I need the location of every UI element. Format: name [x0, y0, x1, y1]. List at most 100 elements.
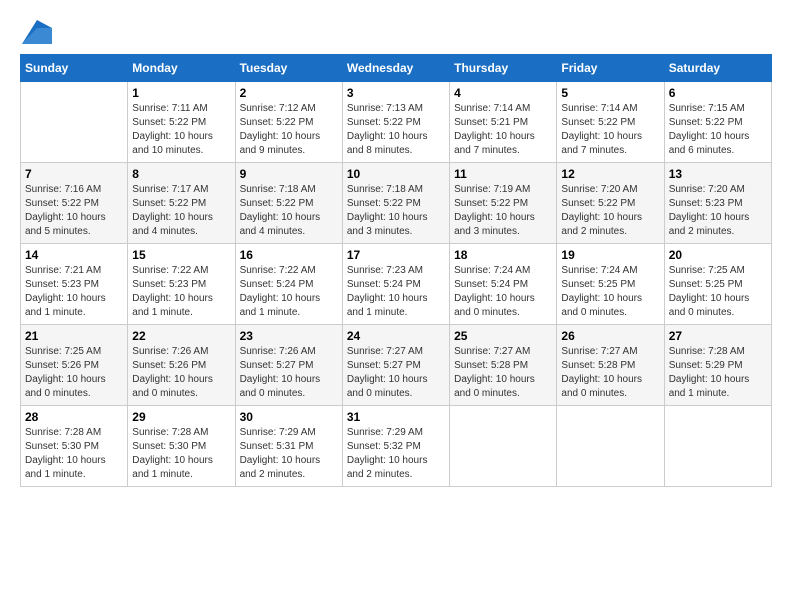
- cell-info: Sunrise: 7:28 AMSunset: 5:29 PMDaylight:…: [669, 345, 767, 401]
- calendar-cell: 22 Sunrise: 7:26 AMSunset: 5:26 PMDaylig…: [128, 325, 235, 406]
- calendar-cell: 21 Sunrise: 7:25 AMSunset: 5:26 PMDaylig…: [21, 325, 128, 406]
- cell-info: Sunrise: 7:25 AMSunset: 5:26 PMDaylight:…: [25, 345, 123, 401]
- day-number: 16: [240, 248, 338, 262]
- calendar-cell: 24 Sunrise: 7:27 AMSunset: 5:27 PMDaylig…: [342, 325, 449, 406]
- cell-info: Sunrise: 7:22 AMSunset: 5:24 PMDaylight:…: [240, 264, 338, 320]
- logo: [20, 20, 52, 44]
- calendar-cell: 19 Sunrise: 7:24 AMSunset: 5:25 PMDaylig…: [557, 244, 664, 325]
- cell-info: Sunrise: 7:11 AMSunset: 5:22 PMDaylight:…: [132, 102, 230, 158]
- day-number: 2: [240, 86, 338, 100]
- cell-info: Sunrise: 7:20 AMSunset: 5:23 PMDaylight:…: [669, 183, 767, 239]
- cell-info: Sunrise: 7:24 AMSunset: 5:24 PMDaylight:…: [454, 264, 552, 320]
- calendar-week-row: 21 Sunrise: 7:25 AMSunset: 5:26 PMDaylig…: [21, 325, 772, 406]
- cell-info: Sunrise: 7:14 AMSunset: 5:21 PMDaylight:…: [454, 102, 552, 158]
- calendar-cell: 9 Sunrise: 7:18 AMSunset: 5:22 PMDayligh…: [235, 163, 342, 244]
- calendar-week-row: 7 Sunrise: 7:16 AMSunset: 5:22 PMDayligh…: [21, 163, 772, 244]
- day-number: 14: [25, 248, 123, 262]
- cell-info: Sunrise: 7:27 AMSunset: 5:28 PMDaylight:…: [561, 345, 659, 401]
- day-number: 1: [132, 86, 230, 100]
- calendar-cell: [557, 406, 664, 487]
- day-number: 18: [454, 248, 552, 262]
- day-number: 12: [561, 167, 659, 181]
- day-number: 20: [669, 248, 767, 262]
- day-number: 23: [240, 329, 338, 343]
- calendar-cell: 17 Sunrise: 7:23 AMSunset: 5:24 PMDaylig…: [342, 244, 449, 325]
- cell-info: Sunrise: 7:12 AMSunset: 5:22 PMDaylight:…: [240, 102, 338, 158]
- day-number: 11: [454, 167, 552, 181]
- column-header-thursday: Thursday: [450, 55, 557, 82]
- cell-info: Sunrise: 7:22 AMSunset: 5:23 PMDaylight:…: [132, 264, 230, 320]
- calendar-table: SundayMondayTuesdayWednesdayThursdayFrid…: [20, 54, 772, 487]
- calendar-cell: [664, 406, 771, 487]
- day-number: 5: [561, 86, 659, 100]
- calendar-header-row: SundayMondayTuesdayWednesdayThursdayFrid…: [21, 55, 772, 82]
- column-header-sunday: Sunday: [21, 55, 128, 82]
- calendar-cell: 20 Sunrise: 7:25 AMSunset: 5:25 PMDaylig…: [664, 244, 771, 325]
- cell-info: Sunrise: 7:23 AMSunset: 5:24 PMDaylight:…: [347, 264, 445, 320]
- calendar-cell: 18 Sunrise: 7:24 AMSunset: 5:24 PMDaylig…: [450, 244, 557, 325]
- logo-icon: [22, 20, 52, 44]
- calendar-cell: 28 Sunrise: 7:28 AMSunset: 5:30 PMDaylig…: [21, 406, 128, 487]
- cell-info: Sunrise: 7:15 AMSunset: 5:22 PMDaylight:…: [669, 102, 767, 158]
- cell-info: Sunrise: 7:18 AMSunset: 5:22 PMDaylight:…: [347, 183, 445, 239]
- calendar-cell: 15 Sunrise: 7:22 AMSunset: 5:23 PMDaylig…: [128, 244, 235, 325]
- day-number: 31: [347, 410, 445, 424]
- day-number: 17: [347, 248, 445, 262]
- calendar-cell: 30 Sunrise: 7:29 AMSunset: 5:31 PMDaylig…: [235, 406, 342, 487]
- column-header-friday: Friday: [557, 55, 664, 82]
- calendar-cell: 31 Sunrise: 7:29 AMSunset: 5:32 PMDaylig…: [342, 406, 449, 487]
- calendar-cell: [21, 82, 128, 163]
- day-number: 29: [132, 410, 230, 424]
- day-number: 7: [25, 167, 123, 181]
- day-number: 6: [669, 86, 767, 100]
- calendar-cell: 11 Sunrise: 7:19 AMSunset: 5:22 PMDaylig…: [450, 163, 557, 244]
- day-number: 30: [240, 410, 338, 424]
- calendar-cell: 26 Sunrise: 7:27 AMSunset: 5:28 PMDaylig…: [557, 325, 664, 406]
- day-number: 15: [132, 248, 230, 262]
- cell-info: Sunrise: 7:14 AMSunset: 5:22 PMDaylight:…: [561, 102, 659, 158]
- day-number: 25: [454, 329, 552, 343]
- calendar-week-row: 28 Sunrise: 7:28 AMSunset: 5:30 PMDaylig…: [21, 406, 772, 487]
- calendar-cell: 29 Sunrise: 7:28 AMSunset: 5:30 PMDaylig…: [128, 406, 235, 487]
- column-header-wednesday: Wednesday: [342, 55, 449, 82]
- cell-info: Sunrise: 7:25 AMSunset: 5:25 PMDaylight:…: [669, 264, 767, 320]
- day-number: 4: [454, 86, 552, 100]
- cell-info: Sunrise: 7:21 AMSunset: 5:23 PMDaylight:…: [25, 264, 123, 320]
- cell-info: Sunrise: 7:29 AMSunset: 5:31 PMDaylight:…: [240, 426, 338, 482]
- cell-info: Sunrise: 7:28 AMSunset: 5:30 PMDaylight:…: [132, 426, 230, 482]
- calendar-cell: 23 Sunrise: 7:26 AMSunset: 5:27 PMDaylig…: [235, 325, 342, 406]
- calendar-cell: 8 Sunrise: 7:17 AMSunset: 5:22 PMDayligh…: [128, 163, 235, 244]
- day-number: 3: [347, 86, 445, 100]
- day-number: 24: [347, 329, 445, 343]
- calendar-cell: 2 Sunrise: 7:12 AMSunset: 5:22 PMDayligh…: [235, 82, 342, 163]
- calendar-cell: 6 Sunrise: 7:15 AMSunset: 5:22 PMDayligh…: [664, 82, 771, 163]
- calendar-cell: 14 Sunrise: 7:21 AMSunset: 5:23 PMDaylig…: [21, 244, 128, 325]
- column-header-monday: Monday: [128, 55, 235, 82]
- day-number: 27: [669, 329, 767, 343]
- cell-info: Sunrise: 7:26 AMSunset: 5:27 PMDaylight:…: [240, 345, 338, 401]
- day-number: 8: [132, 167, 230, 181]
- calendar-cell: 5 Sunrise: 7:14 AMSunset: 5:22 PMDayligh…: [557, 82, 664, 163]
- day-number: 26: [561, 329, 659, 343]
- calendar-week-row: 14 Sunrise: 7:21 AMSunset: 5:23 PMDaylig…: [21, 244, 772, 325]
- calendar-cell: 25 Sunrise: 7:27 AMSunset: 5:28 PMDaylig…: [450, 325, 557, 406]
- calendar-cell: 4 Sunrise: 7:14 AMSunset: 5:21 PMDayligh…: [450, 82, 557, 163]
- cell-info: Sunrise: 7:27 AMSunset: 5:28 PMDaylight:…: [454, 345, 552, 401]
- calendar-cell: 1 Sunrise: 7:11 AMSunset: 5:22 PMDayligh…: [128, 82, 235, 163]
- cell-info: Sunrise: 7:19 AMSunset: 5:22 PMDaylight:…: [454, 183, 552, 239]
- column-header-saturday: Saturday: [664, 55, 771, 82]
- day-number: 19: [561, 248, 659, 262]
- cell-info: Sunrise: 7:24 AMSunset: 5:25 PMDaylight:…: [561, 264, 659, 320]
- cell-info: Sunrise: 7:29 AMSunset: 5:32 PMDaylight:…: [347, 426, 445, 482]
- calendar-cell: 3 Sunrise: 7:13 AMSunset: 5:22 PMDayligh…: [342, 82, 449, 163]
- calendar-cell: 12 Sunrise: 7:20 AMSunset: 5:22 PMDaylig…: [557, 163, 664, 244]
- cell-info: Sunrise: 7:27 AMSunset: 5:27 PMDaylight:…: [347, 345, 445, 401]
- day-number: 28: [25, 410, 123, 424]
- calendar-cell: 13 Sunrise: 7:20 AMSunset: 5:23 PMDaylig…: [664, 163, 771, 244]
- cell-info: Sunrise: 7:28 AMSunset: 5:30 PMDaylight:…: [25, 426, 123, 482]
- day-number: 13: [669, 167, 767, 181]
- page-header: [20, 20, 772, 44]
- column-header-tuesday: Tuesday: [235, 55, 342, 82]
- calendar-cell: 27 Sunrise: 7:28 AMSunset: 5:29 PMDaylig…: [664, 325, 771, 406]
- cell-info: Sunrise: 7:18 AMSunset: 5:22 PMDaylight:…: [240, 183, 338, 239]
